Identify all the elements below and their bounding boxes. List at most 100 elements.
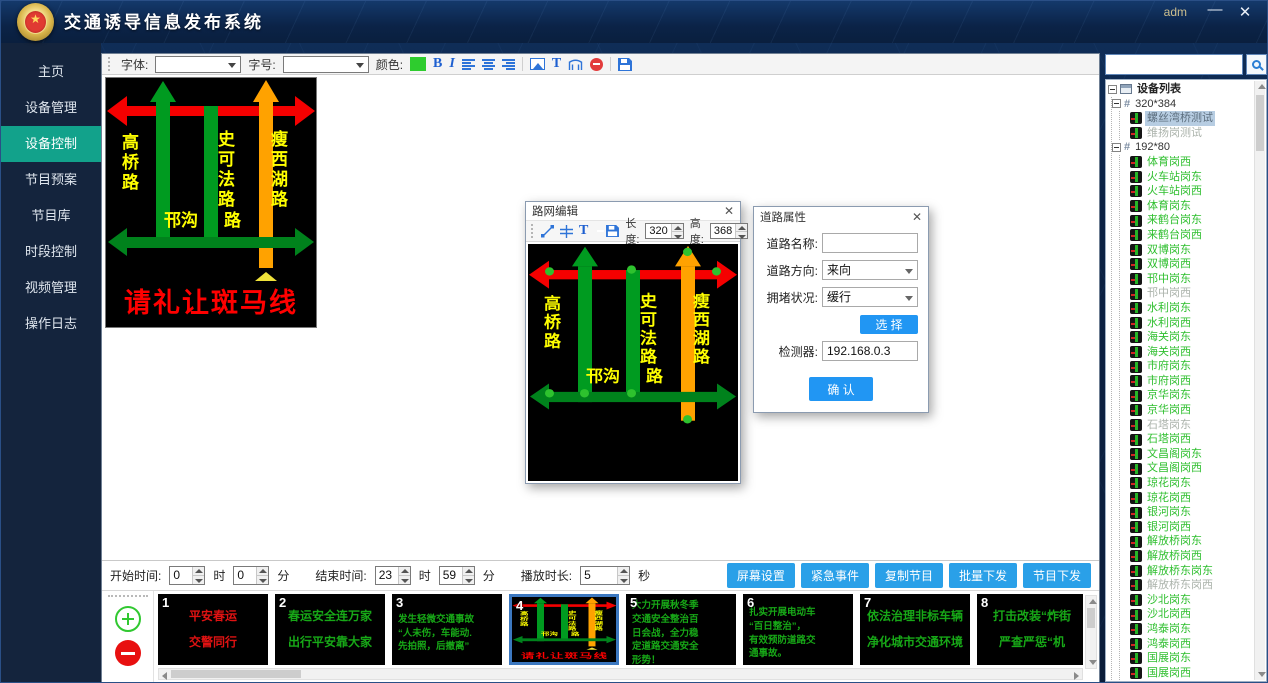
batch-send-button[interactable]: 批量下发 [949, 563, 1017, 588]
device-row[interactable]: 沙北岗西 [1120, 607, 1254, 622]
road-node-dot[interactable] [712, 267, 721, 275]
tree-root-row[interactable]: 设备列表 [1108, 82, 1254, 97]
device-label[interactable]: 邗中岗东 [1145, 272, 1193, 287]
device-label[interactable]: 文昌阁岗东 [1145, 447, 1204, 462]
device-label[interactable]: 文昌阁岗西 [1145, 461, 1204, 476]
length-spinner[interactable]: 320 [645, 223, 683, 239]
device-row[interactable]: 琼花岗东 [1120, 476, 1254, 491]
device-label[interactable]: 京华岗东 [1145, 388, 1193, 403]
device-row[interactable]: 双博岗东 [1120, 243, 1254, 258]
confirm-button[interactable]: 确 认 [809, 377, 873, 401]
sidebar-item-video-management[interactable]: 视频管理 [1, 270, 101, 306]
device-row[interactable]: 螺丝湾桥测试 [1120, 111, 1254, 126]
device-row[interactable]: 银河岗西 [1120, 520, 1254, 535]
road-name-input[interactable] [822, 233, 918, 253]
text-tool-icon[interactable]: T [552, 56, 561, 72]
device-row[interactable]: 石塔岗东 [1120, 418, 1254, 433]
device-row[interactable]: 文昌阁岗西 [1120, 461, 1254, 476]
sidebar-item-program-plan[interactable]: 节目预案 [1, 162, 101, 198]
device-label[interactable]: 银河岗西 [1145, 520, 1193, 535]
device-row[interactable]: 国展岗西 [1120, 666, 1254, 681]
device-label[interactable]: 市府岗东 [1145, 359, 1193, 374]
italic-button[interactable]: I [449, 56, 454, 72]
scrollbar-thumb[interactable] [1087, 608, 1095, 628]
save-icon[interactable] [606, 225, 619, 237]
detector-input[interactable]: 192.168.0.3 [822, 341, 918, 361]
device-row[interactable]: 市府岗西 [1120, 374, 1254, 389]
device-label[interactable]: 市府岗西 [1145, 374, 1193, 389]
road-node-dot[interactable] [627, 265, 636, 273]
close-icon[interactable]: ✕ [724, 204, 734, 218]
add-program-button[interactable] [115, 606, 141, 632]
scroll-down-icon[interactable] [1089, 660, 1097, 665]
road-node-dot[interactable] [683, 415, 692, 423]
collapse-icon[interactable] [1112, 99, 1121, 108]
sidebar-item-home[interactable]: 主页 [1, 54, 101, 90]
device-row[interactable]: 京华岗东 [1120, 388, 1254, 403]
device-label[interactable]: 水利岗西 [1145, 316, 1193, 331]
device-label[interactable]: 沙北岗东 [1145, 593, 1193, 608]
device-row[interactable]: 海关岗东 [1120, 330, 1254, 345]
tree-group-192x80[interactable]: #192*80 [1112, 140, 1254, 155]
device-row[interactable]: 市府岗东 [1120, 359, 1254, 374]
device-row[interactable]: 海关岗西 [1120, 345, 1254, 360]
device-row[interactable]: 沙北岗东 [1120, 593, 1254, 608]
font-select[interactable] [155, 56, 241, 73]
device-label[interactable]: 邗中岗西 [1145, 286, 1193, 301]
playlist-item-3[interactable]: 发生轻微交通事故“人未伤，车能动.先拍照，后撤离”3 [392, 594, 502, 665]
road-direction-select[interactable]: 来向 [822, 260, 918, 280]
device-row[interactable]: 文昌阁岗东 [1120, 447, 1254, 462]
device-label[interactable]: 维扬岗测试 [1145, 126, 1204, 141]
device-row[interactable]: 国展岗东 [1120, 651, 1254, 666]
align-center-icon[interactable] [482, 59, 495, 70]
scroll-up-icon[interactable] [1258, 84, 1266, 89]
device-row[interactable]: 鸿泰岗西 [1120, 637, 1254, 652]
scroll-right-icon[interactable] [1074, 672, 1079, 680]
close-button[interactable]: ✕ [1235, 3, 1255, 21]
vertical-scrollbar[interactable] [1085, 595, 1097, 669]
scroll-left-icon[interactable] [162, 672, 167, 680]
device-row[interactable]: 水利岗西 [1120, 316, 1254, 331]
congestion-select[interactable]: 缓行 [822, 287, 918, 307]
device-row[interactable]: 体育岗东 [1120, 199, 1254, 214]
tree-group-320x384[interactable]: #320*384 [1112, 97, 1254, 112]
playlist-item-4[interactable]: 高桥路 史可法路 瘦西湖路 邗沟 路 请礼让斑马线 4 [509, 594, 619, 665]
road-node-dot[interactable] [545, 267, 554, 275]
select-detector-button[interactable]: 选 择 [860, 315, 918, 334]
text-tool-icon[interactable]: T [579, 223, 588, 239]
device-label[interactable]: 银河岗东 [1145, 505, 1193, 520]
device-label[interactable]: 来鹤台岗西 [1145, 228, 1204, 243]
device-row[interactable]: 邗中岗西 [1120, 286, 1254, 301]
device-label[interactable]: 水利岗东 [1145, 301, 1193, 316]
sidebar-item-device-control[interactable]: 设备控制 [1, 126, 101, 162]
road-node-dot[interactable] [580, 389, 589, 397]
device-row[interactable]: 解放桥岗东 [1120, 534, 1254, 549]
horizontal-scrollbar[interactable] [158, 668, 1083, 680]
roadnet-tool-icon[interactable] [568, 58, 583, 71]
minimize-button[interactable]: — [1205, 1, 1225, 18]
duration-spinner[interactable]: 5 [580, 566, 630, 585]
device-label[interactable]: 琼花岗东 [1145, 476, 1193, 491]
device-row[interactable]: 石塔岗西 [1120, 432, 1254, 447]
sidebar-item-device-management[interactable]: 设备管理 [1, 90, 101, 126]
screen-settings-button[interactable]: 屏幕设置 [727, 563, 795, 588]
device-label[interactable]: 国展岗东 [1145, 651, 1193, 666]
search-button[interactable] [1246, 54, 1267, 75]
device-label[interactable]: 海关岗东 [1145, 330, 1193, 345]
device-label[interactable]: 琼花岗西 [1145, 491, 1193, 506]
bold-button[interactable]: B [433, 56, 442, 72]
device-label[interactable]: 来鹤台岗东 [1145, 213, 1204, 228]
crossing-tool-icon[interactable] [560, 225, 573, 238]
collapse-icon[interactable] [1108, 85, 1117, 94]
collapse-icon[interactable] [1112, 143, 1121, 152]
playlist-item-7[interactable]: 依法治理非标车辆净化城市交通环境7 [860, 594, 970, 665]
device-row[interactable]: 火车站岗西 [1120, 184, 1254, 199]
sidebar-item-program-library[interactable]: 节目库 [1, 198, 101, 234]
color-swatch[interactable] [410, 57, 426, 71]
start-hour-spinner[interactable]: 0 [169, 566, 205, 585]
device-row[interactable]: 水利岗东 [1120, 301, 1254, 316]
device-label[interactable]: 京华岗西 [1145, 403, 1193, 418]
height-spinner[interactable]: 368 [710, 223, 748, 239]
road-node-dot[interactable] [627, 389, 636, 397]
scroll-down-icon[interactable] [1258, 672, 1266, 677]
